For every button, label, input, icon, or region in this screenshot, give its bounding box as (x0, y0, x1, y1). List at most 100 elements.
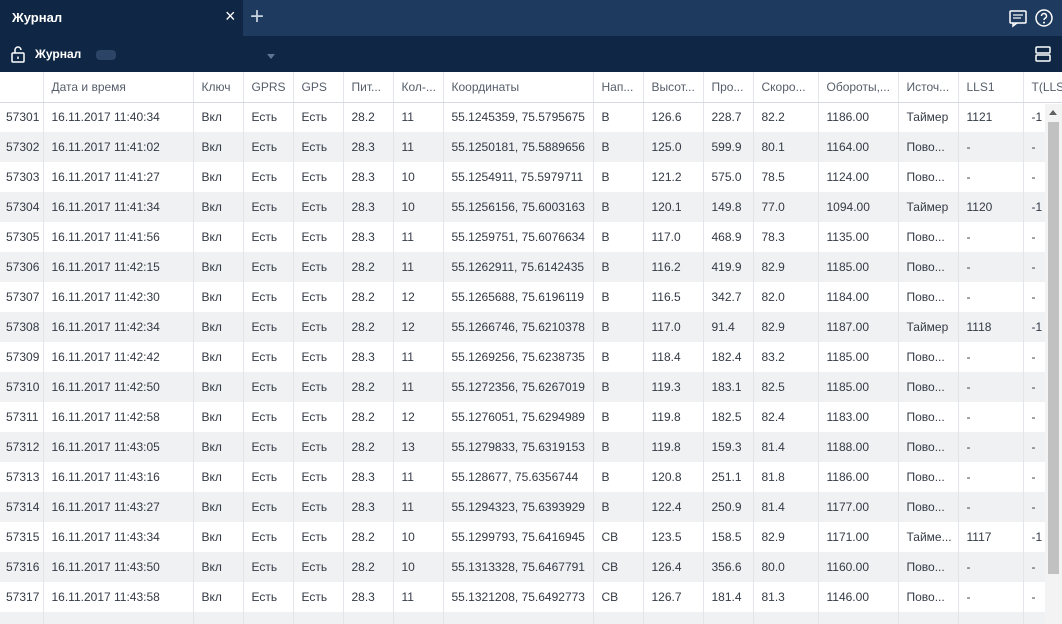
table-row[interactable]: 57307 16.11.2017 11:42:30 Вкл Есть Есть 28.2 1… (0, 282, 1062, 312)
vertical-scrollbar[interactable] (1045, 104, 1062, 624)
table-cell: 16.11.2017 11:43:27 (43, 492, 194, 522)
column-header[interactable]: Пит... (343, 72, 394, 103)
table-cell: 55.1254911, 75.5979711 (443, 162, 594, 192)
column-header[interactable]: GPS (293, 72, 344, 103)
table-cell (818, 612, 899, 624)
table-cell: 122.4 (643, 492, 704, 522)
table-cell (593, 612, 644, 624)
column-header[interactable]: T(LLS (1023, 72, 1062, 103)
table-cell: Вкл (193, 102, 244, 132)
table-cell: 28.2 (343, 372, 394, 402)
scroll-thumb[interactable] (1048, 122, 1059, 574)
table-cell: 12 (393, 402, 444, 432)
table-cell: Есть (293, 162, 344, 192)
table-cell (43, 612, 194, 624)
column-header[interactable] (0, 72, 44, 103)
table-cell: 57301 (0, 102, 44, 132)
table-cell: Есть (293, 282, 344, 312)
table-row[interactable]: 57308 16.11.2017 11:42:34 Вкл Есть Есть 28.2 1… (0, 312, 1062, 342)
table-cell: 575.0 (703, 162, 754, 192)
table-cell: Вкл (193, 552, 244, 582)
column-header[interactable]: Скоро... (753, 72, 819, 103)
lock-icon[interactable] (10, 45, 26, 63)
table-cell: 1146.00 (818, 582, 899, 612)
table-cell: 16.11.2017 11:41:02 (43, 132, 194, 162)
table-cell (643, 612, 704, 624)
table-cell (393, 612, 444, 624)
table-cell: Вкл (193, 462, 244, 492)
table-cell: СВ (593, 522, 644, 552)
column-header[interactable]: Ключ (193, 72, 244, 103)
table-row[interactable]: 57311 16.11.2017 11:42:58 Вкл Есть Есть 28.2 1… (0, 402, 1062, 432)
table-row[interactable]: 57303 16.11.2017 11:41:27 Вкл Есть Есть 28.3 1… (0, 162, 1062, 192)
table-cell: 11 (393, 252, 444, 282)
column-header[interactable]: Дата и время (43, 72, 194, 103)
column-header[interactable]: Источ... (898, 72, 959, 103)
tab-journal[interactable]: Журнал × (0, 0, 243, 36)
table-cell: Тайме... (898, 522, 959, 552)
table-row[interactable]: 57312 16.11.2017 11:43:05 Вкл Есть Есть 28.2 1… (0, 432, 1062, 462)
table-cell (753, 612, 819, 624)
table-cell: 55.1279833, 75.6319153 (443, 432, 594, 462)
table-cell (703, 612, 754, 624)
table-cell: 55.1294323, 75.6393929 (443, 492, 594, 522)
table-row[interactable]: 57306 16.11.2017 11:42:15 Вкл Есть Есть 28.2 1… (0, 252, 1062, 282)
table-row[interactable]: 57301 16.11.2017 11:40:34 Вкл Есть Есть 28.2 1… (0, 102, 1062, 132)
table-cell: 57305 (0, 222, 44, 252)
table-cell: 116.2 (643, 252, 704, 282)
table-cell: 57315 (0, 522, 44, 552)
table-cell: 118.4 (643, 342, 704, 372)
table-cell: Есть (243, 582, 294, 612)
column-header[interactable]: GPRS (243, 72, 294, 103)
table-cell: Вкл (193, 372, 244, 402)
column-header[interactable]: Высот... (643, 72, 704, 103)
table-row[interactable]: 57309 16.11.2017 11:42:42 Вкл Есть Есть 28.3 1… (0, 342, 1062, 372)
table-row[interactable]: 57302 16.11.2017 11:41:02 Вкл Есть Есть 28.3 1… (0, 132, 1062, 162)
table-cell: 55.1256156, 75.6003163 (443, 192, 594, 222)
chat-icon[interactable] (1008, 8, 1028, 28)
table-cell: 57312 (0, 432, 44, 462)
table-cell: 16.11.2017 11:42:58 (43, 402, 194, 432)
object-select[interactable] (92, 43, 282, 67)
table-row[interactable]: 57313 16.11.2017 11:43:16 Вкл Есть Есть 28.3 1… (0, 462, 1062, 492)
table-row[interactable]: 57314 16.11.2017 11:43:27 Вкл Есть Есть 28.3 1… (0, 492, 1062, 522)
column-header[interactable]: LLS1 (958, 72, 1024, 103)
column-header[interactable]: Координаты (443, 72, 594, 103)
table-row[interactable]: 57310 16.11.2017 11:42:50 Вкл Есть Есть 28.2 1… (0, 372, 1062, 402)
column-header[interactable]: Про... (703, 72, 754, 103)
table-cell: В (593, 462, 644, 492)
table-row[interactable]: 57304 16.11.2017 11:41:34 Вкл Есть Есть 28.3 1… (0, 192, 1062, 222)
table-cell: 117.0 (643, 312, 704, 342)
table-row[interactable]: 57316 16.11.2017 11:43:50 Вкл Есть Есть 28.2 1… (0, 552, 1062, 582)
scroll-up-icon[interactable] (1049, 110, 1057, 115)
table-row[interactable]: 57305 16.11.2017 11:41:56 Вкл Есть Есть 28.3 1… (0, 222, 1062, 252)
table-cell: 55.1321208, 75.6492773 (443, 582, 594, 612)
column-header[interactable]: Кол-... (393, 72, 444, 103)
table-cell: 181.4 (703, 582, 754, 612)
table-cell: Есть (243, 522, 294, 552)
table-cell: 55.1269256, 75.6238735 (443, 342, 594, 372)
table-cell: В (593, 342, 644, 372)
table-cell: В (593, 282, 644, 312)
close-icon[interactable]: × (225, 7, 236, 25)
table-cell: 1183.00 (818, 402, 899, 432)
table-row[interactable] (0, 612, 1062, 624)
table-cell: 11 (393, 462, 444, 492)
table-cell: В (593, 132, 644, 162)
table-cell: Пово... (898, 342, 959, 372)
column-header[interactable]: Обороты,... (818, 72, 899, 103)
table-row[interactable]: 57315 16.11.2017 11:43:34 Вкл Есть Есть 28.2 1… (0, 522, 1062, 552)
table-cell (243, 612, 294, 624)
column-header[interactable]: Нап... (593, 72, 644, 103)
table-cell: В (593, 252, 644, 282)
table-cell: 251.1 (703, 462, 754, 492)
table-cell: 57308 (0, 312, 44, 342)
help-icon[interactable] (1034, 8, 1054, 28)
table-cell: 81.8 (753, 462, 819, 492)
table-cell: 356.6 (703, 552, 754, 582)
add-tab-icon[interactable]: + (250, 5, 264, 29)
table-row[interactable]: 57317 16.11.2017 11:43:58 Вкл Есть Есть 28.3 1… (0, 582, 1062, 612)
layout-icon[interactable] (1034, 44, 1052, 64)
table-cell: 28.2 (343, 312, 394, 342)
table-cell: Есть (293, 402, 344, 432)
